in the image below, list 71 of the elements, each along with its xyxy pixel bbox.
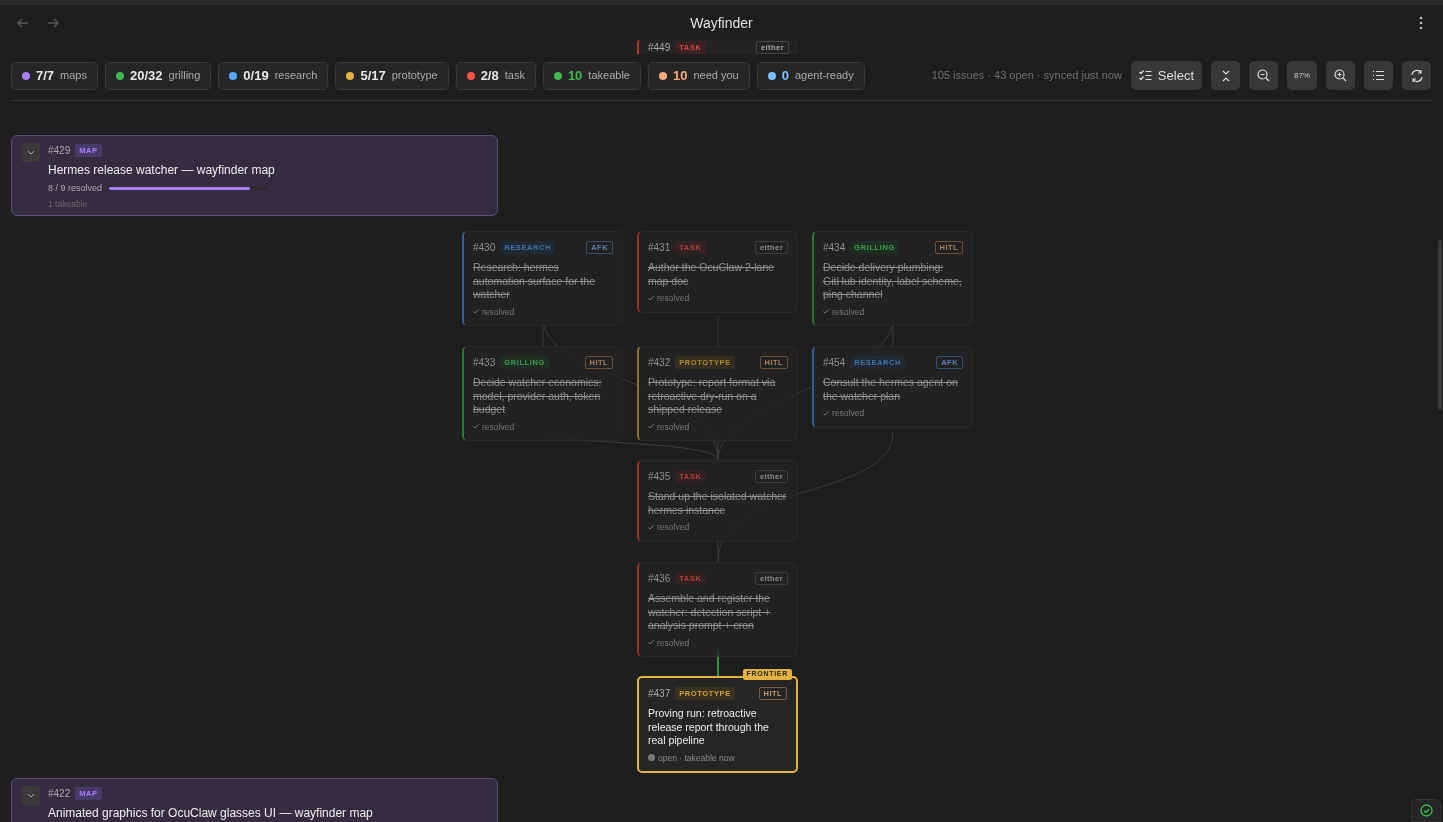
issue-title: Research: hermes automation surface for the watcher — [473, 261, 596, 302]
issue-status: resolved — [657, 521, 690, 534]
check-icon — [473, 424, 479, 430]
issue-status: open · takeable now — [658, 751, 735, 765]
check-icon — [648, 640, 654, 646]
collapse-toggle[interactable] — [21, 786, 40, 805]
refresh-button[interactable] — [1402, 61, 1431, 90]
map-title: Hermes release watcher — wayfinder map — [48, 162, 275, 179]
zoom-out-button[interactable] — [1249, 61, 1278, 90]
issue-title: Prototype: report format via retroactive dry-run on a shipped release — [648, 376, 777, 417]
issue-number: #432 — [648, 356, 671, 370]
issue-number: #449 — [648, 41, 671, 54]
check-icon — [648, 524, 654, 530]
filter-chip[interactable]: 7/7 maps — [11, 61, 98, 90]
map-number: #429 — [48, 144, 71, 158]
filter-chip[interactable]: 2/8 task — [455, 61, 536, 90]
map-title: Animated graphics for OcuClaw glasses UI — wayfinder map — [48, 805, 373, 822]
refresh-icon — [1409, 68, 1424, 83]
map-number: #422 — [48, 787, 71, 801]
check-icon — [648, 295, 654, 301]
sync-status: 105 issues · 43 open · synced just now — [931, 68, 1122, 84]
select-button[interactable]: Select — [1130, 61, 1202, 90]
issue-number: #454 — [823, 356, 846, 370]
issue-status: resolved — [832, 305, 865, 319]
issue-title: Consult the hermes agent on the watcher plan — [823, 376, 959, 403]
issue-number: #430 — [473, 241, 496, 255]
issue-title: Decide delivery plumbing: GitHub identity, label scheme, ping channel — [823, 261, 963, 302]
more-menu-icon[interactable] — [1419, 16, 1423, 30]
collapse-button[interactable] — [1211, 61, 1240, 90]
chevron-down-icon — [26, 150, 35, 155]
filter-chip[interactable]: 0 agent-ready — [756, 61, 865, 90]
progress-text: 8 / 9 resolved — [48, 182, 103, 195]
issue-status: resolved — [832, 407, 865, 420]
zoom-in-icon — [1334, 69, 1347, 82]
issue-title: Stand up the isolated watcher hermes instance — [648, 490, 788, 517]
issue-number: #433 — [473, 356, 496, 370]
issue-title: Assemble and register the watcher: detection script + analysis prompt + cron — [648, 592, 772, 633]
issue-title: Author the OcuClaw 2-lane map doc — [648, 261, 776, 288]
filter-chip[interactable]: 20/32 grilling — [105, 61, 212, 90]
issue-number: #434 — [823, 241, 846, 255]
filter-chip[interactable]: 5/17 prototype — [335, 61, 449, 90]
issue-number: #435 — [648, 470, 671, 484]
issue-title: Proving run: retroactive release report through the real pipeline — [648, 707, 770, 748]
window-title: Wayfinder — [690, 13, 753, 33]
zoom-in-button[interactable] — [1326, 61, 1355, 90]
collapse-icon — [1220, 69, 1231, 82]
issue-status: resolved — [657, 420, 690, 434]
check-icon — [823, 309, 829, 315]
check-icon — [648, 424, 654, 430]
checklist-icon — [1138, 70, 1152, 81]
check-icon — [473, 309, 479, 315]
issue-number: #431 — [648, 241, 671, 255]
issue-title: Decide watcher economics: model, provider auth, token budget — [473, 376, 603, 417]
status-check-button[interactable] — [1411, 799, 1441, 822]
filter-chip[interactable]: 0/19 research — [218, 61, 329, 90]
issue-status: resolved — [482, 305, 515, 319]
issue-number: #436 — [648, 572, 671, 586]
list-icon — [1372, 70, 1385, 81]
issue-status: resolved — [657, 292, 690, 305]
check-circle-icon — [1419, 804, 1433, 817]
check-icon — [823, 410, 829, 416]
issue-status: resolved — [657, 636, 690, 650]
filter-chip[interactable]: 10 takeable — [542, 61, 641, 90]
issue-status: resolved — [482, 420, 515, 434]
collapse-toggle[interactable] — [21, 143, 40, 162]
issue-number: #437 — [648, 687, 671, 701]
filter-chip[interactable]: 10 need you — [647, 61, 750, 90]
zoom-out-icon — [1257, 69, 1270, 82]
list-button[interactable] — [1364, 61, 1393, 90]
zoom-level-button[interactable]: 87% — [1287, 61, 1317, 90]
chevron-down-icon — [26, 793, 35, 798]
